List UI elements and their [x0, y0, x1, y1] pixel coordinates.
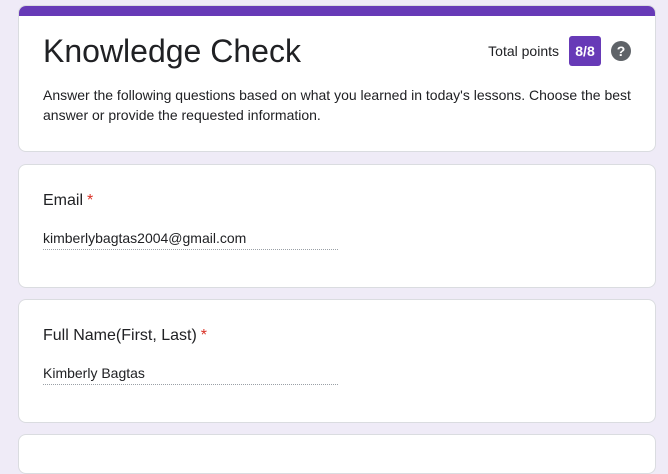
question-card-email: Email * kimberlybagtas2004@gmail.com — [18, 164, 656, 288]
header-accent-bar — [19, 6, 655, 16]
total-points: Total points 8/8 ? — [488, 36, 631, 66]
required-asterisk: * — [87, 192, 94, 209]
question-title-full-name: Full Name(First, Last) * — [43, 326, 207, 346]
email-answer: kimberlybagtas2004@gmail.com — [43, 229, 338, 250]
question-card-next — [18, 434, 656, 474]
question-card-full-name: Full Name(First, Last) * Kimberly Bagtas — [18, 299, 656, 423]
form-description: Answer the following questions based on … — [43, 87, 631, 123]
help-icon[interactable]: ? — [611, 41, 631, 61]
form-header-card: Knowledge Check Total points 8/8 ? Answe… — [18, 5, 656, 152]
question-label: Email — [43, 192, 84, 209]
question-title-email: Email * — [43, 191, 93, 211]
total-points-label: Total points — [488, 43, 559, 59]
score-badge: 8/8 — [569, 36, 601, 66]
full-name-answer: Kimberly Bagtas — [43, 364, 338, 385]
required-asterisk: * — [200, 327, 208, 344]
question-label: Full Name(First, Last) — [43, 327, 197, 344]
form-title: Knowledge Check — [43, 33, 301, 69]
